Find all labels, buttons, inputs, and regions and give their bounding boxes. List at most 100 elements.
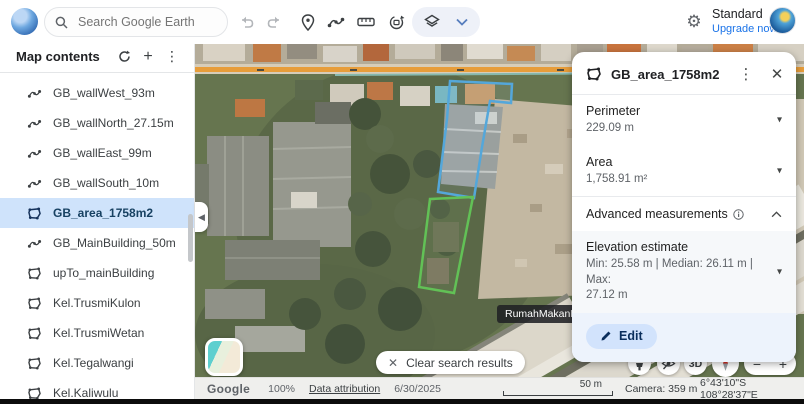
path-icon [27,88,42,99]
account-avatar[interactable] [769,7,796,34]
polygon-icon [586,67,602,81]
list-item-path[interactable]: GB_wallWest_93m [0,78,194,108]
path-icon [27,238,42,249]
undo-icon [238,15,255,30]
panel-menu-button[interactable]: ⋮ [735,63,757,85]
orbit-360-icon [388,14,405,31]
upgrade-link[interactable]: Upgrade now [712,23,777,37]
chevron-down-icon [456,18,468,26]
polygon-icon [27,357,42,370]
item-label: GB_MainBuilding_50m [53,236,176,250]
map-contents-list: GB_wallWest_93m GB_wallNorth_27.15m GB_w… [0,73,194,404]
elevation-label: Elevation estimate [586,240,762,254]
elevation-estimate-row: Elevation estimate Min: 25.58 m | Median… [572,231,796,313]
undo-button[interactable] [232,8,260,36]
clear-search-results-button[interactable]: ✕ Clear search results [376,351,525,374]
camera-altitude: Camera: 359 m [625,383,697,395]
sidebar-title: Map contents [16,49,112,64]
list-item-path[interactable]: GB_wallEast_99m [0,138,194,168]
item-label: GB_wallNorth_27.15m [53,116,174,130]
refresh-button[interactable] [112,45,136,69]
map-scale: 50 m [503,382,617,397]
search-box[interactable] [44,7,228,37]
panel-title: GB_area_1758m2 [611,67,726,82]
list-item-polygon[interactable]: Kel.Tegalwangi [0,348,194,378]
measure-button[interactable] [352,8,380,36]
advanced-measurements-row[interactable]: Advanced measurements [572,197,796,231]
add-button[interactable]: + [136,45,160,69]
sidebar-scrollbar[interactable] [188,214,193,262]
placemark-pin-icon [301,14,315,31]
refresh-icon [118,50,131,63]
area-row: Area 1,758.91 m² ▾ [572,146,796,197]
list-item-path[interactable]: GB_wallNorth_27.15m [0,108,194,138]
edit-section: Edit [572,313,796,362]
item-label: GB_wallEast_99m [53,146,152,160]
sidebar-header: Map contents + ⋮ [0,44,194,69]
info-icon [733,209,744,220]
gear-icon: ⚙ [686,12,701,32]
plan-name: Standard [712,7,777,23]
list-item-polygon[interactable]: upTo_mainBuilding [0,258,194,288]
path-icon [27,118,42,129]
status-bar: Google 100% Data attribution 6/30/2025 5… [195,377,804,399]
google-watermark: Google [207,382,250,396]
close-icon: ✕ [388,356,398,370]
item-label: GB_wallWest_93m [53,86,155,100]
path-icon [27,148,42,159]
map-style-thumbnail[interactable] [205,338,243,376]
list-item-path[interactable]: GB_wallSouth_10m [0,168,194,198]
map-contents-sidebar: Map contents + ⋮ GB_wallWest_93m GB_wall… [0,44,195,399]
settings-button[interactable]: ⚙ [680,8,708,36]
google-earth-logo[interactable] [11,8,38,35]
item-label: upTo_mainBuilding [53,266,154,280]
polygon-icon [27,387,42,400]
item-label: Kel.Kaliwulu [53,386,118,400]
item-label: Kel.TrusmiWetan [53,326,144,340]
elevation-values-line2: 27.12 m [586,289,628,301]
area-label: Area [586,155,762,169]
elevation-values-line1: Min: 25.58 m | Median: 26.11 m | Max: [586,258,753,286]
area-unit-dropdown[interactable]: ▾ [777,165,782,176]
draw-path-button[interactable] [322,8,350,36]
orbit-button[interactable] [382,8,410,36]
path-icon [27,178,42,189]
perimeter-unit-dropdown[interactable]: ▾ [777,115,782,126]
edit-button[interactable]: Edit [586,324,657,349]
add-placemark-button[interactable] [294,8,322,36]
item-label: GB_area_1758m2 [53,206,153,220]
list-item-polygon[interactable]: Kel.TrusmiKulon [0,288,194,318]
sidebar-collapse-tab[interactable]: ◀ [195,202,208,232]
area-value: 1,758.91 m² [586,172,762,188]
polygon-icon [27,297,42,310]
list-item-path[interactable]: GB_MainBuilding_50m [0,228,194,258]
search-input[interactable] [76,14,206,30]
bottom-edge-strip [0,399,804,404]
panel-header: GB_area_1758m2 ⋮ ✕ [572,52,796,94]
layers-button[interactable] [418,8,446,36]
ruler-icon [357,16,375,28]
data-attribution-link[interactable]: Data attribution [309,383,380,395]
path-tool-icon [327,15,345,29]
toolbar-expand-button[interactable] [448,8,476,36]
layers-icon [424,14,440,30]
advanced-measurements-label: Advanced measurements [586,207,728,221]
cursor-coordinates: 6°43'10"S 108°28'37"E [700,377,804,401]
redo-icon [266,15,283,30]
pencil-icon [600,330,612,342]
google-earth-app: ◀ RumahMakanBuntoro ✕ Clear search resul… [0,0,804,404]
perimeter-value: 229.09 m [586,121,762,137]
plan-info: Standard Upgrade now [712,7,777,36]
sidebar-menu-button[interactable]: ⋮ [160,45,184,69]
perimeter-row: Perimeter 229.09 m ▾ [572,95,796,146]
top-toolbar: ⚙ Standard Upgrade now [0,0,804,44]
elevation-unit-dropdown[interactable]: ▾ [777,266,782,277]
redo-button[interactable] [260,8,288,36]
scale-label: 50 m [577,379,605,390]
polygon-icon [27,327,42,340]
panel-close-button[interactable]: ✕ [766,63,788,85]
list-item-polygon[interactable]: Kel.TrusmiWetan [0,318,194,348]
clear-search-results-label: Clear search results [406,356,513,370]
chevron-up-icon[interactable] [771,211,782,218]
list-item-polygon-selected[interactable]: GB_area_1758m2 [0,198,194,228]
